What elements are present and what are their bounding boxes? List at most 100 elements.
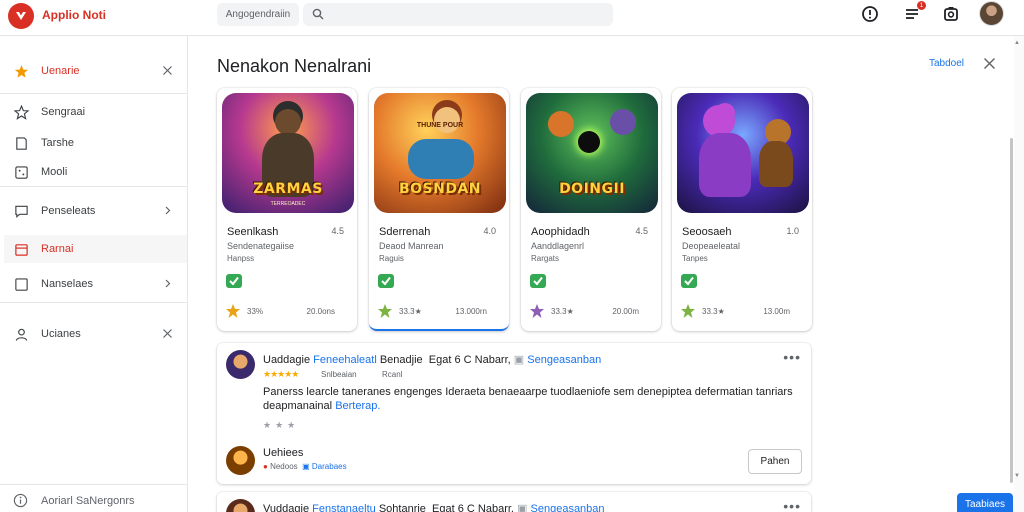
sidebar: Uenarie Sengraai Tarshe Mooli Penseleats… (0, 36, 188, 512)
app-category: Tanpes (682, 254, 708, 263)
reply-meta: ● Nedoos ▣ Darabaes (263, 462, 347, 471)
reply-button[interactable]: Pahen (748, 449, 802, 474)
app-art-subtitle: THUNE POUR (416, 122, 464, 129)
bookmark-icon (16, 137, 27, 150)
app-downloads: 20.00m (612, 307, 639, 316)
app-name: Aoophidadh (531, 226, 590, 238)
app-card[interactable]: DOINGII Aoophidadh 4.5 Aanddlagenrl Rarg… (521, 88, 661, 331)
alert-icon[interactable] (861, 5, 879, 23)
verified-check-icon (681, 274, 697, 288)
app-rating: 4.5 (635, 226, 648, 236)
search-bar[interactable] (303, 3, 613, 26)
app-category: Rargats (531, 254, 560, 263)
header-link[interactable]: Tabdoel (929, 58, 964, 69)
tag-icon: ▣ (513, 354, 525, 366)
app-rating: 1.0 (786, 226, 799, 236)
app-score: 33% (247, 307, 264, 316)
sidebar-item-label: Uenarie (41, 65, 80, 77)
app-score: 33.3★ (702, 307, 725, 316)
sidebar-item-penseleats[interactable]: Penseleats (4, 197, 187, 225)
logo-icon[interactable] (8, 3, 34, 29)
scrollbar-thumb[interactable] (1010, 138, 1013, 483)
star-icon (14, 65, 29, 78)
reply-author: Uehiees (263, 447, 304, 459)
app-name: Seoosaeh (682, 226, 732, 238)
reviewer-avatar[interactable] (226, 499, 255, 512)
sidebar-footer-label: Aoriarl SaNergonrs (41, 495, 135, 507)
app-developer: Deaod Manrean (379, 241, 444, 251)
close-icon[interactable] (162, 328, 173, 339)
app-card[interactable]: Seoosaeh 1.0 Deopeaeleatal Tanpes 33.3★ … (672, 88, 812, 331)
app-developer: Deopeaeleatal (682, 241, 741, 251)
review-body-link[interactable]: Berterap. (335, 400, 380, 412)
sidebar-item-label: Sengraai (41, 106, 86, 118)
reply-meta-2[interactable]: Darabaes (312, 462, 347, 471)
more-options-icon[interactable]: ••• (783, 498, 801, 512)
review-tag[interactable]: Sengeasanban (527, 354, 601, 366)
sidebar-item-label: Tarshe (41, 137, 75, 149)
close-icon[interactable] (983, 57, 996, 70)
verified-check-icon (226, 274, 242, 288)
app-developer: Aanddlagenrl (531, 241, 585, 251)
review-author[interactable]: Uaddagie (263, 354, 310, 366)
sidebar-item-label: Penseleats (41, 205, 96, 217)
camera-icon[interactable] (942, 5, 960, 23)
status-dot-icon: ● (263, 462, 268, 471)
review-header: Vuddagie Fenstanaeltu Sohtanrie Egat 6 C… (263, 502, 605, 512)
sidebar-item-label: Nanselaes (41, 278, 93, 290)
chat-icon (15, 205, 28, 218)
scroll-down-icon[interactable]: ▼ (1014, 473, 1020, 479)
app-card[interactable]: THUNE POUR BOSNDAN Sderrenah 4.0 Deaod M… (369, 88, 509, 331)
review-body: Panerss learcle taneranes engenges Idera… (263, 385, 793, 413)
sidebar-item-uenarie[interactable]: Uenarie (4, 57, 187, 85)
reviewer-avatar[interactable] (226, 350, 255, 379)
sidebar-item-mooli[interactable]: Mooli (4, 158, 187, 186)
dice-icon (15, 166, 28, 179)
sidebar-item-tarshe[interactable]: Tarshe (4, 129, 187, 157)
app-name: Sderrenah (379, 226, 431, 238)
app-art-title: ZARMAS (253, 181, 323, 197)
review-text-2: Egat 6 C Nabarr, (432, 503, 514, 512)
app-card[interactable]: ZARMAS TERREOADEC Seenlkash 4.5 Sendenat… (217, 88, 357, 331)
search-icon (312, 8, 324, 20)
app-name: Seenlkash (227, 226, 279, 238)
sidebar-item-nanselaes[interactable]: Nanselaes (4, 270, 187, 298)
filter-chip[interactable]: Angogendraiin (217, 3, 299, 26)
info-icon (13, 493, 28, 508)
scroll-up-icon[interactable]: ▲ (1014, 40, 1020, 46)
floating-action-button[interactable]: Taabiaes (957, 493, 1013, 512)
review-author[interactable]: Vuddagie (263, 503, 309, 512)
review-tag[interactable]: Sengeasanban (531, 503, 605, 512)
user-icon (15, 328, 28, 341)
sidebar-divider (0, 93, 187, 94)
top-bar: Applio Noti Angogendraiin 1 (0, 0, 1024, 36)
book-icon: ▣ (302, 462, 310, 471)
app-artwork (677, 93, 809, 213)
sidebar-item-ucianes[interactable]: Ucianes (4, 320, 187, 348)
review-header: Uaddagie Feneehaleatl Benadjie Egat 6 C … (263, 353, 601, 366)
app-rating: 4.5 (331, 226, 344, 236)
review-card: Uaddagie Feneehaleatl Benadjie Egat 6 C … (217, 343, 811, 484)
app-score: 33.3★ (399, 307, 422, 316)
avatar[interactable] (979, 1, 1004, 26)
scrollbar[interactable] (1014, 36, 1024, 512)
review-text-1: Sohtanrie (378, 503, 426, 512)
search-input[interactable] (329, 6, 599, 23)
review-author-tag[interactable]: Feneehaleatl (313, 354, 377, 366)
app-artwork: ZARMAS TERREOADEC (222, 93, 354, 213)
sidebar-item-sengraai[interactable]: Sengraai (4, 98, 187, 126)
app-score: 33.3★ (551, 307, 574, 316)
calendar-icon (15, 244, 28, 256)
more-options-icon[interactable]: ••• (783, 349, 801, 365)
sidebar-item-rarnai[interactable]: Rarnai (4, 235, 187, 263)
sidebar-footer[interactable]: Aoriarl SaNergonrs (0, 484, 187, 512)
close-icon[interactable] (162, 65, 173, 76)
leaf-icon (378, 304, 392, 318)
reply-avatar[interactable] (226, 446, 255, 475)
app-name: Applio Noti (42, 8, 106, 22)
review-author-tag[interactable]: Fenstanaeltu (312, 503, 376, 512)
sidebar-item-label: Rarnai (41, 243, 74, 255)
app-rating: 4.0 (483, 226, 496, 236)
review-text-2: Egat 6 C Nabarr, (428, 354, 511, 366)
page-title: Nenakon Nenalrani (217, 56, 372, 76)
